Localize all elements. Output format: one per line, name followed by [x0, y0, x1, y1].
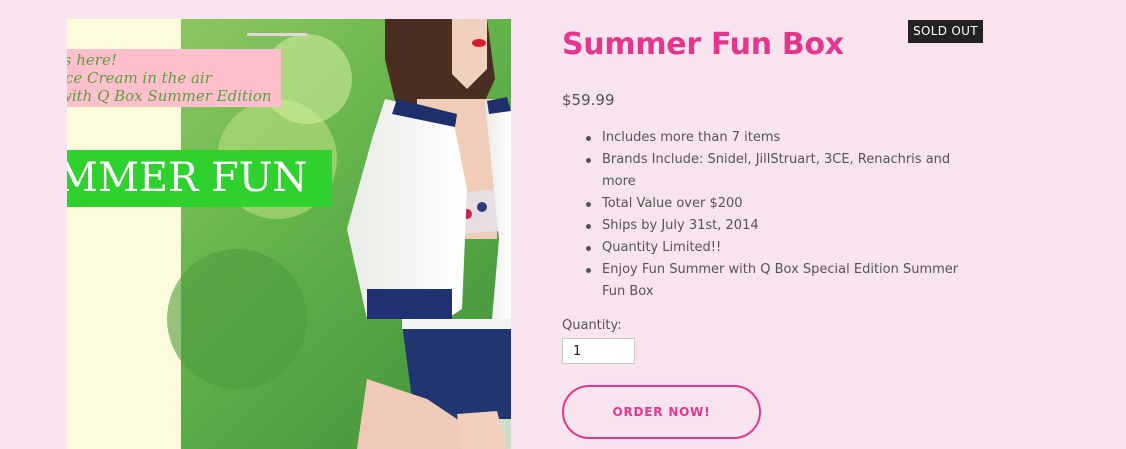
- quantity-input[interactable]: [562, 338, 635, 364]
- order-now-button[interactable]: ORDER NOW!: [562, 385, 761, 439]
- feature-item: Total Value over $200: [586, 193, 982, 215]
- banner-line-1: is here!: [67, 51, 117, 69]
- feature-item: Includes more than 7 items: [586, 127, 982, 149]
- promo-banner: is here! Ice Cream in the air with Q Box…: [67, 49, 281, 107]
- product-image: is here! Ice Cream in the air with Q Box…: [67, 19, 511, 449]
- product-price: $59.99: [562, 91, 615, 109]
- feature-item: Brands Include: Snidel, JillStruart, 3CE…: [586, 149, 982, 193]
- feature-item: Quantity Limited!!: [586, 237, 982, 259]
- banner-line-2: Ice Cream in the air: [67, 69, 212, 87]
- banner-line-3: with Q Box Summer Edition: [67, 87, 272, 105]
- feature-item: Ships by July 31st, 2014: [586, 215, 982, 237]
- photo-top-line: [247, 33, 307, 36]
- summer-fun-text: MMER FUN: [67, 155, 308, 201]
- summer-fun-banner: MMER FUN: [67, 150, 332, 207]
- feature-list-secondary: Total Value over $200 Ships by July 31st…: [586, 193, 982, 303]
- feature-item: Enjoy Fun Summer with Q Box Special Edit…: [586, 259, 982, 303]
- feature-list-primary: Includes more than 7 items Brands Includ…: [586, 127, 982, 193]
- sold-out-badge: SOLD OUT: [908, 20, 983, 43]
- product-title: Summer Fun Box: [562, 27, 844, 62]
- quantity-label: Quantity:: [562, 318, 622, 333]
